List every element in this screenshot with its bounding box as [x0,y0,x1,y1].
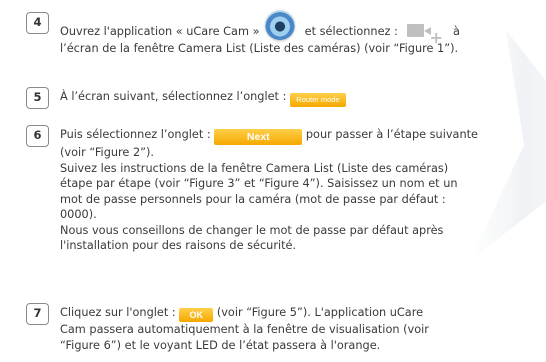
step-6-line: mot de passe personnels pour la caméra (… [60,192,446,206]
add-camera-icon: + [407,21,443,46]
step-7-line: Cam passera automatiquement à la fenêtre… [60,323,429,336]
step-6-line: étape par étape (voir “Figure 3” et “Fig… [60,177,458,190]
router-mode-button[interactable]: Router mode [289,93,346,107]
ok-button[interactable]: OK [179,308,214,322]
step-number-4: 4 [26,12,49,34]
step-4-line-1: Ouvrez l'application « uCare Cam » et sé… [60,10,538,46]
step-4-text: Ouvrez l'application « uCare Cam » et sé… [60,10,538,57]
step-6-line: l'installation pour des raisons de sécur… [60,239,297,252]
step-7-line: “Figure 6”) et le voyant LED de l’état p… [60,338,381,352]
step-4-line-2: l’écran de la fenêtre Camera List (Liste… [60,42,459,55]
step-7-line-1: Cliquez sur l'onglet : OK (voir “Figure … [60,306,424,322]
step-6-line-1: Puis sélectionnez l’onglet : Next pour p… [60,128,478,145]
step-6-text: Puis sélectionnez l’onglet : Next pour p… [60,127,538,254]
ucare-cam-app-icon [265,10,296,40]
step-number-7: 7 [26,303,49,325]
step-5-text: À l’écran suivant, sélectionnez l’onglet… [60,89,538,107]
step-7-text: Cliquez sur l'onglet : OK (voir “Figure … [60,305,538,353]
step-number-5: 5 [26,87,49,109]
step-6-line: Suivez les instructions de la fenêtre Ca… [60,161,449,175]
step-6-line: 0000). [60,208,97,221]
step-6-line: (voir “Figure 2”). [60,146,155,159]
next-button[interactable]: Next [214,129,303,145]
step-6-line: Nous vous conseillons de changer le mot … [60,223,444,237]
step-number-6: 6 [26,125,49,147]
